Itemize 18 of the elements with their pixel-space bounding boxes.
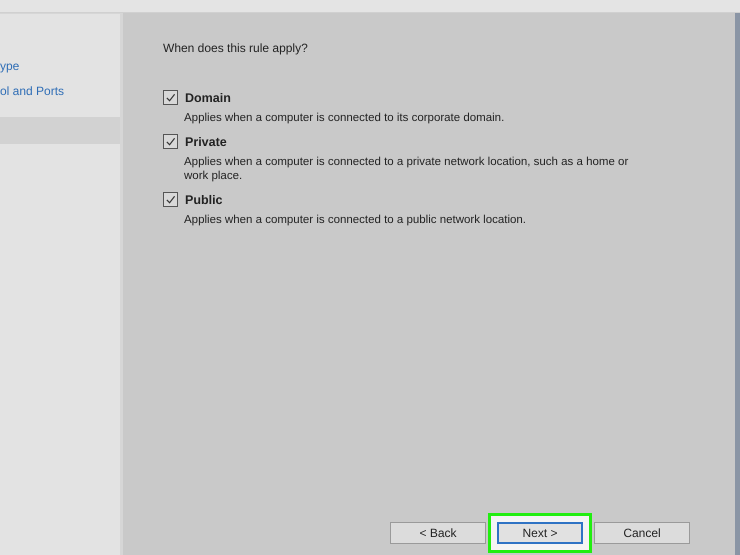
checkbox[interactable]	[163, 192, 178, 207]
dialog-button[interactable]: Next >	[497, 522, 583, 544]
option-description: Applies when a computer is connected to its corporate domain.	[184, 111, 506, 125]
dialog-button[interactable]: < Back	[390, 522, 486, 544]
option-description: Applies when a computer is connected to a private network location, such as a home or work place.	[184, 155, 630, 183]
check-icon	[165, 194, 176, 205]
sidebar-item[interactable]: ype	[0, 54, 120, 79]
checkbox[interactable]	[163, 134, 178, 149]
option-description: Applies when a computer is connected to a public network location.	[184, 213, 528, 227]
check-icon	[165, 136, 176, 147]
dialog-button[interactable]: Cancel	[594, 522, 690, 544]
question-text: When does this rule apply?	[163, 41, 309, 55]
check-icon	[165, 92, 176, 103]
sidebar-item[interactable]: ol and Ports	[0, 79, 120, 104]
checkbox-label[interactable]: Public	[185, 192, 223, 206]
checkbox-label[interactable]: Domain	[185, 90, 231, 104]
checkbox-label[interactable]: Private	[185, 134, 227, 148]
checkbox[interactable]	[163, 90, 178, 105]
